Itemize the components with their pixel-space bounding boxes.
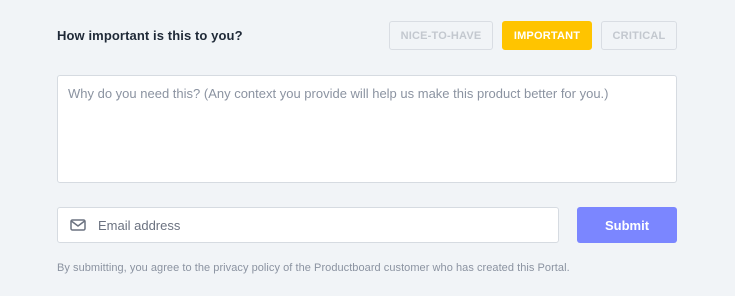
importance-options: NICE-TO-HAVE IMPORTANT CRITICAL [389, 21, 677, 50]
email-field[interactable] [57, 207, 559, 243]
feedback-form: How important is this to you? NICE-TO-HA… [57, 0, 677, 296]
context-textarea[interactable] [58, 76, 676, 182]
privacy-disclaimer: By submitting, you agree to the privacy … [57, 262, 570, 274]
submit-button[interactable]: Submit [577, 207, 677, 243]
option-nice-to-have[interactable]: NICE-TO-HAVE [389, 21, 493, 50]
option-important[interactable]: IMPORTANT [502, 21, 592, 50]
importance-row: How important is this to you? NICE-TO-HA… [57, 21, 677, 50]
importance-question: How important is this to you? [57, 28, 243, 43]
email-input[interactable] [98, 208, 558, 242]
mail-icon [58, 208, 98, 242]
option-critical[interactable]: CRITICAL [601, 21, 677, 50]
context-textarea-container [57, 75, 677, 183]
